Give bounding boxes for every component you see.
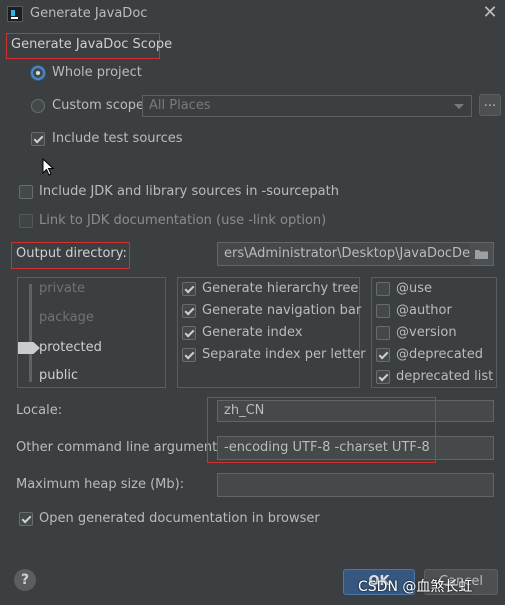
custom-scope-dropdown[interactable]: All Places	[142, 95, 472, 117]
close-icon[interactable]: ✕	[480, 3, 500, 23]
visibility-slider-track[interactable]	[29, 284, 32, 382]
navigation-bar-label[interactable]: Generate navigation bar	[202, 303, 361, 318]
tag-use-checkbox[interactable]	[376, 282, 390, 296]
open-browser-label[interactable]: Open generated documentation in browser	[39, 511, 320, 526]
separate-index-label[interactable]: Separate index per letter	[202, 347, 366, 362]
folder-icon	[475, 250, 488, 259]
tag-version-label[interactable]: @version	[396, 325, 457, 340]
hierarchy-tree-label[interactable]: Generate hierarchy tree	[202, 281, 358, 296]
visibility-public[interactable]: public	[39, 368, 78, 383]
custom-scope-radio[interactable]	[31, 99, 45, 113]
whole-project-label[interactable]: Whole project	[52, 65, 142, 80]
visibility-protected[interactable]: protected	[39, 340, 102, 355]
tag-use-label[interactable]: @use	[396, 281, 432, 296]
window-title: Generate JavaDoc	[30, 6, 148, 21]
args-highlight	[207, 397, 436, 463]
custom-scope-label[interactable]: Custom scope	[52, 98, 144, 113]
tag-version-checkbox[interactable]	[376, 326, 390, 340]
include-jdk-label[interactable]: Include JDK and library sources in -sour…	[39, 184, 339, 199]
mouse-cursor-icon	[42, 158, 54, 176]
browse-output-button[interactable]	[470, 243, 493, 265]
intellij-app-icon	[7, 6, 23, 22]
custom-scope-value: All Places	[149, 98, 211, 113]
locale-label: Locale:	[16, 403, 63, 418]
deprecated-list-label[interactable]: deprecated list	[396, 369, 493, 384]
link-jdk-label: Link to JDK documentation (use -link opt…	[39, 213, 327, 228]
heap-size-input[interactable]	[217, 473, 494, 497]
csdn-watermark: CSDN @血煞长虹	[358, 579, 473, 595]
hierarchy-tree-checkbox[interactable]	[182, 282, 196, 296]
include-jdk-checkbox[interactable]	[19, 185, 33, 199]
tag-deprecated-label[interactable]: @deprecated	[396, 347, 483, 362]
include-test-sources-checkbox[interactable]	[31, 132, 45, 146]
tag-author-label[interactable]: @author	[396, 303, 452, 318]
visibility-private[interactable]: private	[39, 281, 85, 296]
visibility-package[interactable]: package	[39, 310, 94, 325]
whole-project-radio[interactable]	[31, 66, 45, 80]
output-directory-value: ers\Administrator\Desktop\JavaDocDemo	[224, 246, 491, 261]
include-test-sources-label[interactable]: Include test sources	[52, 131, 183, 146]
open-browser-checkbox[interactable]	[19, 512, 33, 526]
help-button[interactable]: ?	[14, 569, 36, 591]
link-jdk-checkbox[interactable]	[19, 214, 33, 228]
generate-index-checkbox[interactable]	[182, 326, 196, 340]
separate-index-checkbox[interactable]	[182, 348, 196, 362]
tag-author-checkbox[interactable]	[376, 304, 390, 318]
navigation-bar-checkbox[interactable]	[182, 304, 196, 318]
output-directory-label: Output directory:	[16, 246, 127, 261]
other-args-label: Other command line arguments:	[16, 440, 229, 455]
generate-index-label[interactable]: Generate index	[202, 325, 302, 340]
heap-size-label: Maximum heap size (Mb):	[16, 477, 185, 492]
deprecated-list-checkbox[interactable]	[376, 370, 390, 384]
scope-heading: Generate JavaDoc Scope	[11, 37, 173, 52]
chevron-down-icon	[454, 104, 464, 109]
browse-scope-button[interactable]: ...	[479, 94, 501, 116]
output-directory-input[interactable]: ers\Administrator\Desktop\JavaDocDemo	[217, 242, 494, 266]
tag-deprecated-checkbox[interactable]	[376, 348, 390, 362]
